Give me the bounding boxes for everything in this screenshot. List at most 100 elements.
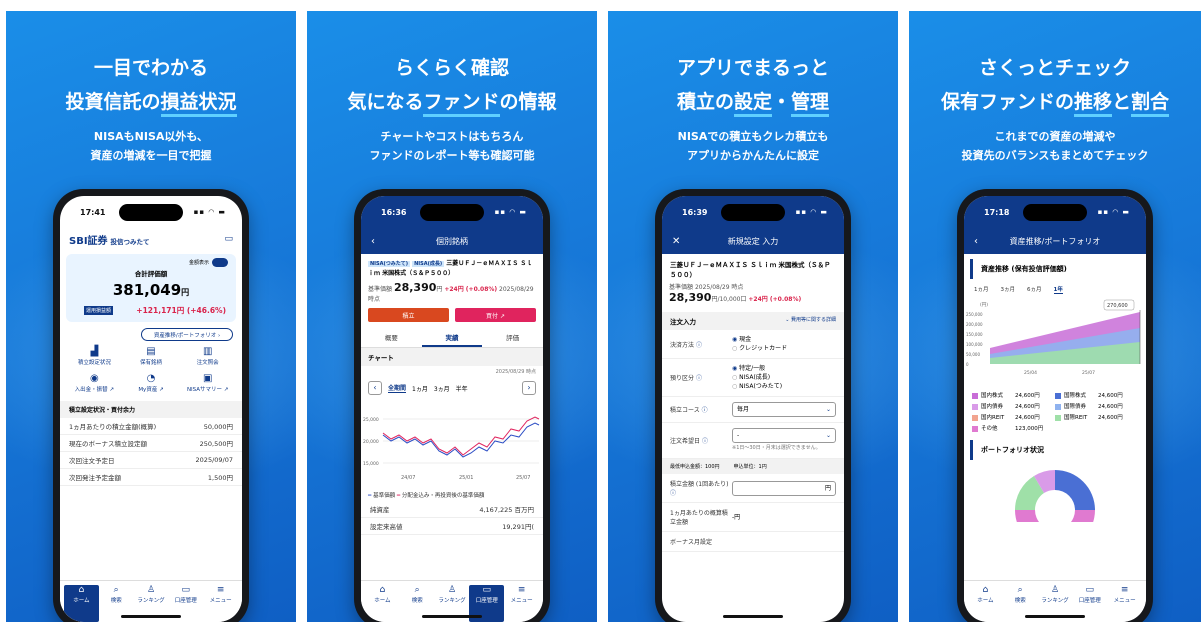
tab-performance[interactable]: 実績 <box>421 329 483 347</box>
tab-rating[interactable]: 評価 <box>482 329 543 347</box>
monthly-value: -円 <box>732 513 741 521</box>
chevron-right-icon[interactable]: › <box>522 381 536 395</box>
range-6m[interactable]: 6ヵ月 <box>1027 285 1042 294</box>
donut-slice <box>1015 510 1095 550</box>
account-specific-radio[interactable]: 特定/一般 <box>732 365 765 372</box>
headline-text: 積立の <box>676 91 734 113</box>
chevron-left-icon[interactable]: ‹ <box>368 381 382 395</box>
y-tick: 100,000 <box>966 342 983 347</box>
row-value: 2025/09/07 <box>195 456 233 464</box>
account-nisa-growth-radio[interactable]: NISA(成長) <box>732 374 770 381</box>
tab-home[interactable]: ⌂ ホーム <box>968 585 1003 622</box>
subtitle-line2: 投資先のバランスもまとめてチェック <box>961 149 1149 162</box>
row-value: 1,500円 <box>207 474 233 482</box>
shortcut-my-assets[interactable]: ◔ My資産 ↗ <box>123 372 180 393</box>
tab-menu[interactable]: ≡ メニュー <box>504 585 539 622</box>
amount-toggle[interactable] <box>212 258 228 267</box>
price-unit: 円 <box>436 286 443 293</box>
subtitle-line1: これまでの資産の増減や <box>994 130 1116 143</box>
fee-detail-link[interactable]: ⌄ 費用等に関する詳細 <box>785 316 836 326</box>
shortcut-deposit[interactable]: ◉ 入出金・振替 ↗ <box>66 372 123 393</box>
brand-name: SBI証券 <box>69 235 108 247</box>
home-icon: ⌂ <box>78 585 85 595</box>
shortcut-accumulation[interactable]: ▟ 積立設定状況 <box>66 345 123 366</box>
legend-label: 基準価額 <box>373 493 396 499</box>
tab-label: 口座管理 <box>1078 598 1101 604</box>
buy-button[interactable]: 買付 ↗ <box>455 308 536 322</box>
order-day-label: 注文希望日 ⓘ <box>670 436 732 445</box>
help-icon[interactable]: ⓘ <box>696 342 702 349</box>
row-value: 250,500円 <box>199 440 233 448</box>
legend-swatch <box>1055 403 1061 410</box>
nav-bar: ‹ 資産推移/ポートフォリオ <box>964 228 1146 254</box>
shortcut-nisa-summary[interactable]: ▣ NISAサマリー ↗ <box>179 372 236 393</box>
amount-row: 積立金額 (1回あたり) ⓘ 円 <box>662 474 844 503</box>
close-icon[interactable]: ✕ <box>672 236 680 247</box>
course-select[interactable]: 毎月 ⌄ <box>732 402 836 417</box>
tab-menu[interactable]: ≡ メニュー <box>203 585 238 622</box>
back-icon[interactable]: ‹ <box>974 236 978 247</box>
message-icon[interactable]: ▭ <box>224 234 233 244</box>
x-tick: 24/07 <box>401 475 415 481</box>
y-tick: 20,000 <box>363 439 379 445</box>
portfolio-button[interactable]: 資産推移/ポートフォリオ › <box>141 328 233 341</box>
help-icon[interactable]: ⓘ <box>702 407 708 414</box>
phone-screen: 16:36 ▪▪ ◠ ▬ ‹ 個別銘柄 NISA(つみたて) NISA(成長) 三菱ＵＦ… <box>361 196 543 622</box>
portfolio-donut-chart <box>1015 470 1095 550</box>
period-3m[interactable]: 3ヵ月 <box>434 384 450 393</box>
legend-swatch <box>972 414 978 421</box>
shortcut-holdings[interactable]: ▤ 保有銘柄 <box>123 345 180 366</box>
panel-subtitle: これまでの資産の増減や 投資先のバランスもまとめてチェック <box>909 127 1201 165</box>
price-change: +24円 (+0.08%) <box>444 286 498 293</box>
payment-options: 現金クレジットカード <box>732 335 836 353</box>
legend-swatch-reinvest: ━ <box>396 493 401 499</box>
tab-label: ランキング <box>1041 598 1069 604</box>
fund-name: 三菱ＵＦＪ－ｅＭＡＸＩＳ Ｓｌｉｍ 米国株式（Ｓ＆Ｐ５００） <box>670 261 831 279</box>
nav-title: 個別銘柄 <box>436 236 468 246</box>
period-1m[interactable]: 1ヵ月 <box>412 384 428 393</box>
help-icon[interactable]: ⓘ <box>696 375 702 382</box>
row-value: 4,167,225 百万円 <box>479 506 534 514</box>
field-label: 預り区分 <box>670 375 695 382</box>
range-1m[interactable]: 1ヵ月 <box>974 285 989 294</box>
account-icon: ▭ <box>482 585 492 595</box>
range-1y[interactable]: 1年 <box>1053 285 1063 294</box>
home-indicator <box>121 615 181 618</box>
legend-value: 24,600円 <box>1098 415 1123 421</box>
period-6m[interactable]: 半年 <box>456 384 468 393</box>
status-time: 17:18 <box>984 207 1010 217</box>
my-assets-icon: ◔ <box>146 373 156 384</box>
search-icon: ⌕ <box>414 585 420 595</box>
list-item: 次回注文予定日 2025/09/07 <box>60 452 242 469</box>
asset-history-title: 資産推移 (保有投信評価額) <box>970 259 1146 279</box>
help-icon[interactable]: ⓘ <box>702 438 708 445</box>
period-all[interactable]: 全期間 <box>388 383 407 393</box>
shortcut-label: 入出金・振替 ↗ <box>74 387 114 393</box>
account-nisa-tsumitate-radio[interactable]: NISA(つみたて) <box>732 383 782 390</box>
y-tick: 0 <box>966 362 969 367</box>
invest-button[interactable]: 積立 <box>368 308 449 322</box>
tab-home[interactable]: ⌂ ホーム <box>365 585 400 622</box>
order-day-select[interactable]: - ⌄ <box>732 428 836 443</box>
payment-card-radio[interactable]: クレジットカード <box>732 345 787 352</box>
help-icon[interactable]: ⓘ <box>670 490 676 497</box>
payment-cash-radio[interactable]: 現金 <box>732 336 751 343</box>
tab-home[interactable]: ⌂ ホーム <box>64 585 99 622</box>
back-icon[interactable]: ‹ <box>371 236 375 247</box>
price-value: 28,390 <box>393 281 437 294</box>
tab-label: メニュー <box>510 598 533 604</box>
phone-screen: 17:18 ▪▪ ◠ ▬ ‹ 資産推移/ポートフォリオ 資産推移 (保有投信評価額)… <box>964 196 1146 622</box>
amount-input[interactable]: 円 <box>732 480 836 496</box>
panel-subtitle: NISAでの積立もクレカ積立も アプリからかんたんに設定 <box>608 127 898 165</box>
order-day-row: 注文希望日 ⓘ - ⌄ ※1日～30日・月末は選択できません。 <box>662 423 844 459</box>
bonus-row: ボーナス月設定 <box>662 532 844 552</box>
row-label: 設定来高値 <box>370 523 403 531</box>
panel-portfolio: さくっとチェック 保有ファンドの推移と割合 これまでの資産の増減や 投資先のバラ… <box>909 11 1201 622</box>
headline-highlight: 推移 <box>1073 91 1112 117</box>
legend-item: 国際債券 24,600円 <box>1055 402 1138 410</box>
tab-menu[interactable]: ≡ メニュー <box>1107 585 1142 622</box>
tab-overview[interactable]: 概要 <box>361 329 422 347</box>
shortcut-orders[interactable]: ▥ 注文照会 <box>179 345 236 366</box>
range-3m[interactable]: 3ヵ月 <box>1001 285 1016 294</box>
menu-icon: ≡ <box>1120 585 1129 595</box>
